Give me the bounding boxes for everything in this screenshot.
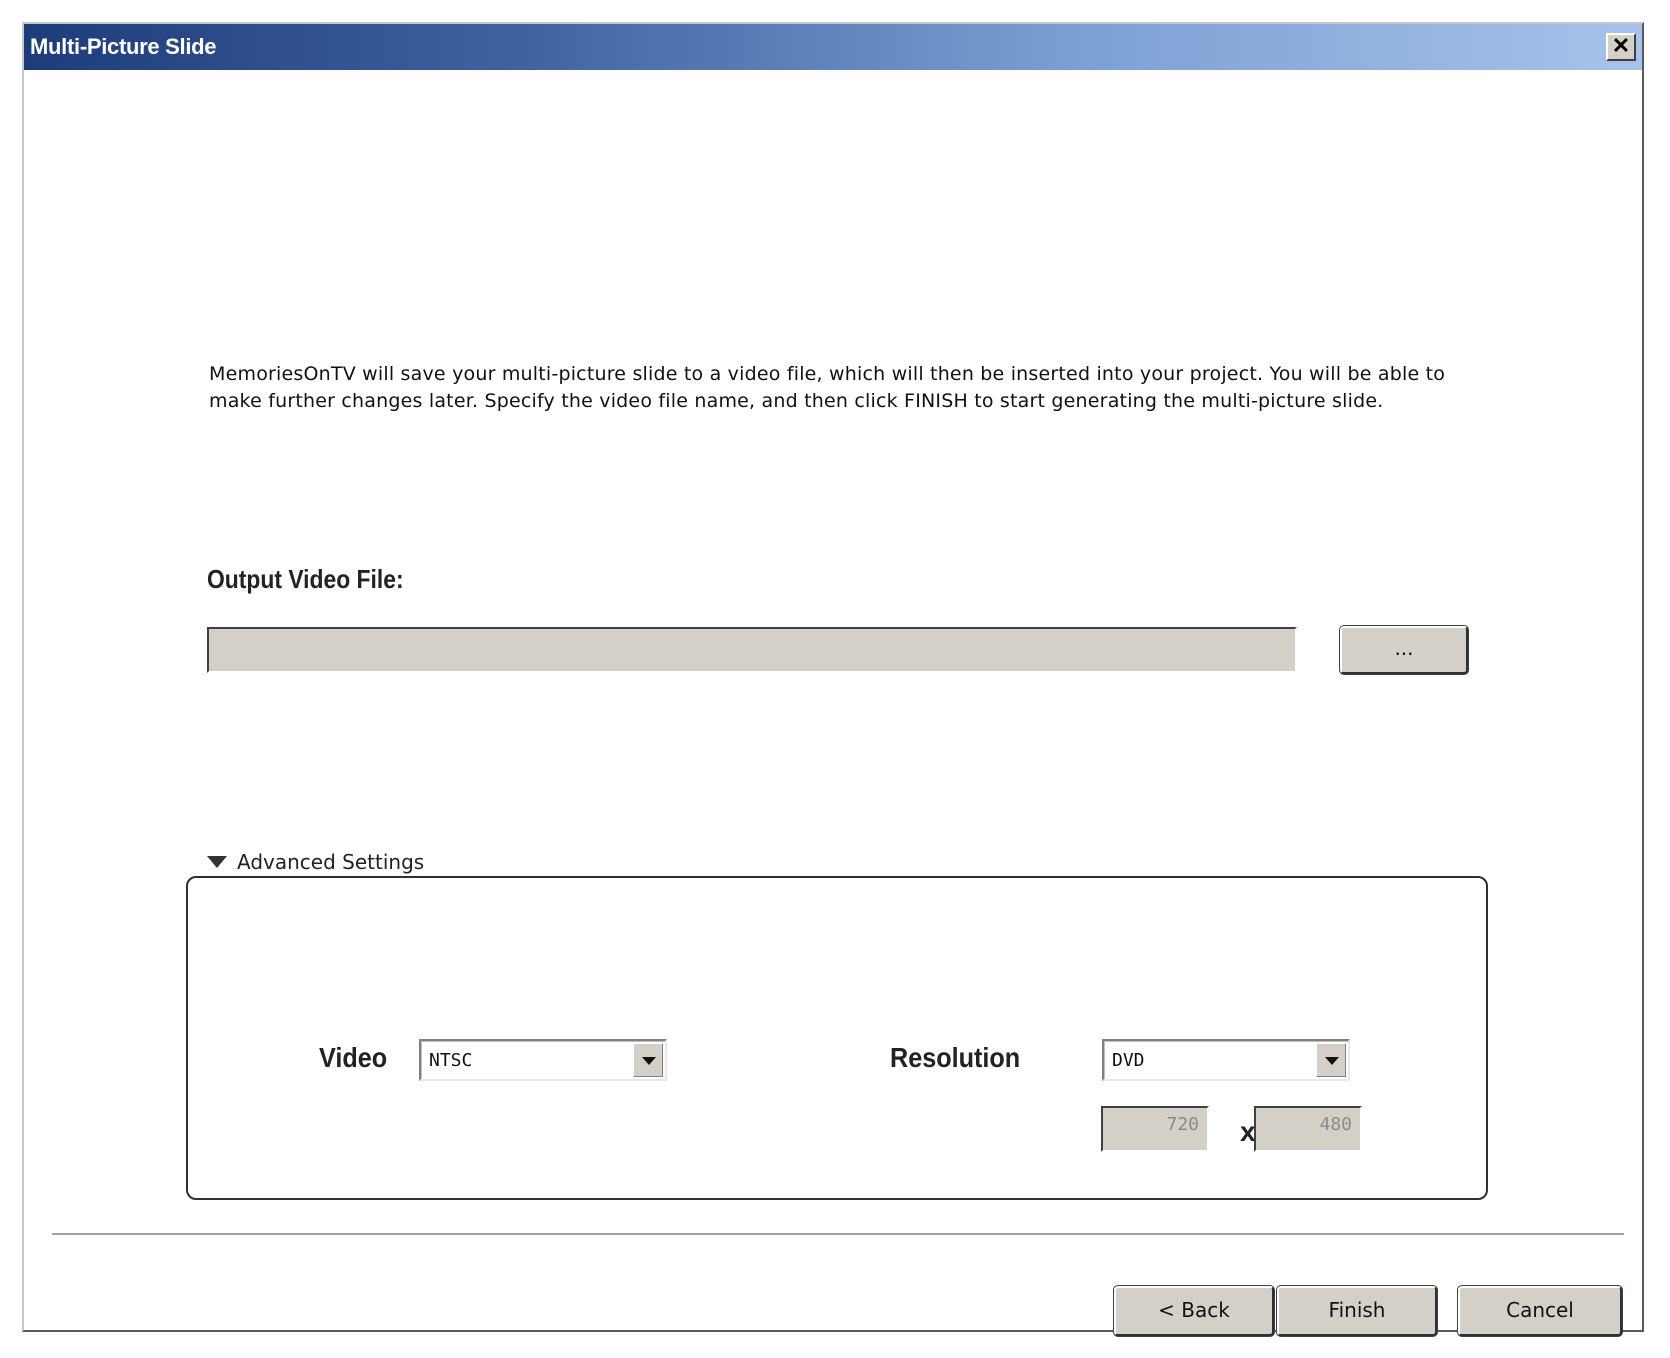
close-icon: ✕ bbox=[1611, 33, 1631, 58]
advanced-settings-toggle[interactable]: Advanced Settings bbox=[207, 850, 424, 874]
resolution-value: DVD bbox=[1112, 1050, 1145, 1071]
resolution-select[interactable]: DVD bbox=[1102, 1039, 1350, 1081]
footer-divider bbox=[52, 1233, 1624, 1236]
back-button[interactable]: < Back bbox=[1114, 1286, 1274, 1336]
resolution-height-field: 480 bbox=[1254, 1106, 1362, 1152]
window-title: Multi-Picture Slide bbox=[30, 34, 217, 59]
output-file-input[interactable] bbox=[207, 627, 1297, 673]
chevron-down-icon[interactable] bbox=[1316, 1043, 1346, 1077]
output-video-file-label: Output Video File: bbox=[207, 564, 404, 594]
resolution-label: Resolution bbox=[890, 1042, 1021, 1073]
video-standard-select[interactable]: NTSC bbox=[419, 1039, 667, 1081]
resolution-width-field: 720 bbox=[1101, 1106, 1209, 1152]
cancel-button[interactable]: Cancel bbox=[1458, 1286, 1622, 1336]
expand-triangle-icon bbox=[207, 856, 227, 868]
video-label: Video bbox=[319, 1042, 388, 1073]
dialog-window: Multi-Picture Slide ✕ MemoriesOnTV will … bbox=[22, 22, 1644, 1336]
title-bar[interactable]: Multi-Picture Slide ✕ bbox=[24, 24, 1642, 70]
chevron-down-icon[interactable] bbox=[633, 1043, 663, 1077]
finish-button[interactable]: Finish bbox=[1277, 1286, 1437, 1336]
video-standard-value: NTSC bbox=[429, 1050, 473, 1071]
browse-button[interactable]: ... bbox=[1340, 626, 1468, 674]
description-text: MemoriesOnTV will save your multi-pictur… bbox=[209, 363, 1446, 412]
close-button[interactable]: ✕ bbox=[1606, 33, 1636, 61]
advanced-settings-label: Advanced Settings bbox=[237, 850, 425, 874]
